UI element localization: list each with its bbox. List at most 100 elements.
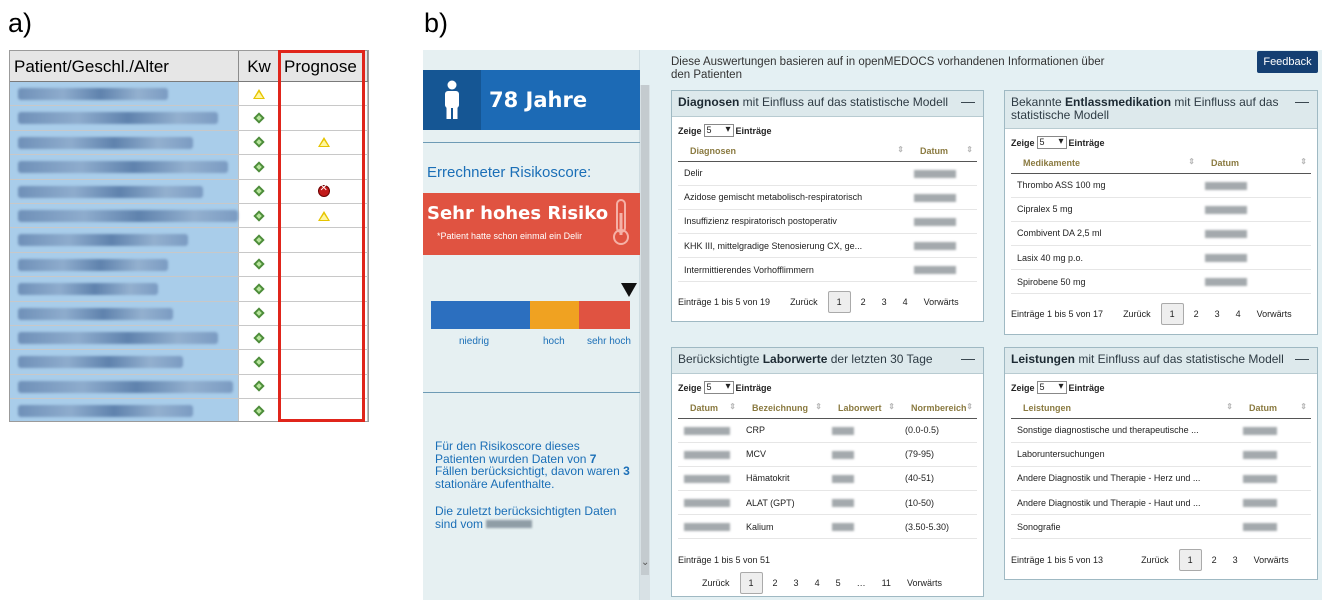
col-leistungen[interactable]: Leistungen ⇕ (1011, 398, 1237, 419)
patient-row[interactable] (10, 228, 368, 253)
patient-row[interactable] (10, 106, 368, 131)
scrollbar-thumb[interactable] (641, 85, 649, 575)
patient-row[interactable] (10, 374, 368, 400)
ok-diamond-icon (253, 185, 265, 197)
page-button[interactable]: 1 (1160, 303, 1184, 325)
page-button[interactable]: 3 (882, 297, 887, 307)
table-row[interactable]: KHK III, mittelgradige Stenosierung CX, … (678, 233, 977, 259)
row-label: Andere Diagnostik und Therapie - Herz un… (1011, 466, 1237, 492)
page-button[interactable]: 1 (739, 572, 763, 594)
page-button[interactable]: 11 (882, 578, 891, 588)
col-diagnosen[interactable]: Diagnosen ⇕ (678, 141, 908, 162)
page-length-select[interactable]: 5 (703, 381, 734, 394)
minimize-icon[interactable]: — (1295, 94, 1309, 108)
page-button[interactable]: 4 (903, 297, 908, 307)
ok-diamond-icon (253, 258, 265, 270)
page-button[interactable]: 3 (794, 578, 799, 588)
table-row[interactable]: Sonografie (1011, 514, 1311, 540)
table-row[interactable]: Combivent DA 2,5 ml (1011, 221, 1311, 247)
prev-page-button[interactable]: Zurück (1141, 555, 1169, 565)
page-button[interactable]: 4 (1236, 309, 1241, 319)
table-row[interactable]: Insuffizienz respiratorisch postoperativ (678, 209, 977, 235)
table-row[interactable]: Kalium (3.50-5.30) (678, 514, 977, 540)
col-datum[interactable]: Datum ⇕ (908, 141, 977, 162)
prev-page-button[interactable]: Zurück (702, 578, 730, 588)
table-row[interactable]: Thrombo ASS 100 mg (1011, 173, 1311, 198)
page-length-select[interactable]: 5 (1036, 136, 1067, 149)
page-button[interactable]: 5 (836, 578, 841, 588)
feedback-button[interactable]: Feedback (1257, 51, 1318, 73)
row-value (826, 418, 899, 443)
table-row[interactable]: Lasix 40 mg p.o. (1011, 245, 1311, 271)
kw-cell (239, 252, 280, 277)
minimize-icon[interactable]: — (961, 94, 975, 108)
minimize-icon[interactable]: — (1295, 351, 1309, 365)
next-page-button[interactable]: Vorwärts (907, 578, 942, 588)
redacted-patient-name (18, 331, 218, 344)
patient-row[interactable] (10, 325, 368, 351)
header-patient[interactable]: Patient/Geschl./Alter (10, 51, 239, 81)
patient-name-cell (10, 301, 239, 325)
table-row[interactable]: Intermittierendes Vorhofflimmern (678, 257, 977, 283)
prognose-cell (280, 350, 368, 374)
prev-page-button[interactable]: Zurück (1123, 309, 1151, 319)
patient-row[interactable] (10, 277, 368, 302)
redacted-patient-name (18, 356, 183, 369)
scale-low-label: niedrig (459, 336, 490, 347)
patient-row[interactable] (10, 82, 368, 107)
patient-row[interactable] (10, 301, 368, 326)
header-prognose[interactable]: Prognose (280, 51, 368, 81)
table-row[interactable]: CRP (0.0-0.5) (678, 418, 977, 443)
row-date (908, 185, 977, 210)
patient-row[interactable] (10, 155, 368, 180)
page-button[interactable]: 2 (861, 297, 866, 307)
page-button[interactable]: 2 (1212, 555, 1217, 565)
next-page-button[interactable]: Vorwärts (1254, 555, 1289, 565)
col-medikamente[interactable]: Medikamente ⇕ (1011, 153, 1199, 174)
col-bezeichnung[interactable]: Bezeichnung ⇕ (740, 398, 826, 419)
patient-row[interactable] (10, 179, 368, 204)
prev-page-button[interactable]: Zurück (790, 297, 818, 307)
page-button[interactable]: 3 (1215, 309, 1220, 319)
table-row[interactable]: MCV (79-95) (678, 442, 977, 467)
table-row[interactable]: Delir (678, 161, 977, 186)
table-row[interactable]: Andere Diagnostik und Therapie - Haut un… (1011, 490, 1311, 516)
sidebar-scrollbar[interactable] (640, 85, 650, 600)
col-datum[interactable]: Datum ⇕ (1199, 153, 1311, 174)
kw-cell (239, 106, 280, 130)
minimize-icon[interactable]: — (961, 351, 975, 365)
page-button[interactable]: 3 (1233, 555, 1238, 565)
page-button[interactable]: 1 (1178, 549, 1202, 571)
col-datum[interactable]: Datum ⇕ (1237, 398, 1311, 419)
col-laborwert[interactable]: Laborwert ⇕ (826, 398, 899, 419)
page-button[interactable]: … (857, 578, 866, 588)
header-kw[interactable]: Kw (239, 51, 280, 81)
col-datum[interactable]: Datum ⇕ (678, 398, 740, 419)
row-label: Andere Diagnostik und Therapie - Haut un… (1011, 490, 1237, 516)
col-normbereich[interactable]: Normbereich ⇕ (899, 398, 977, 419)
page-length-select[interactable]: 5 (1036, 381, 1067, 394)
table-row[interactable]: ALAT (GPT) (10-50) (678, 490, 977, 516)
next-page-button[interactable]: Vorwärts (1257, 309, 1292, 319)
table-row[interactable]: Cipralex 5 mg (1011, 197, 1311, 222)
patient-row[interactable] (10, 252, 368, 278)
patient-row[interactable] (10, 350, 368, 375)
page-button[interactable]: 2 (773, 578, 778, 588)
alert-stop-icon (317, 183, 330, 198)
page-button[interactable]: 4 (815, 578, 820, 588)
patient-row[interactable] (10, 203, 368, 229)
table-row[interactable]: Andere Diagnostik und Therapie - Herz un… (1011, 466, 1311, 492)
table-row[interactable]: Hämatokrit (40-51) (678, 466, 977, 492)
page-button[interactable]: 1 (827, 291, 851, 313)
patient-row[interactable] (10, 130, 368, 156)
patient-row[interactable] (10, 399, 368, 421)
next-page-button[interactable]: Vorwärts (924, 297, 959, 307)
table-row[interactable]: Spirobene 50 mg (1011, 269, 1311, 295)
table-row[interactable]: Sonstige diagnostische und therapeutisch… (1011, 418, 1311, 443)
table-row[interactable]: Laboruntersuchungen (1011, 442, 1311, 467)
page-button[interactable]: 2 (1194, 309, 1199, 319)
page-length-select[interactable]: 5 (703, 124, 734, 137)
table-row[interactable]: Azidose gemischt metabolisch-respiratori… (678, 185, 977, 210)
patient-name-cell (10, 130, 239, 155)
scroll-down-icon[interactable]: ⌄ (641, 557, 649, 568)
